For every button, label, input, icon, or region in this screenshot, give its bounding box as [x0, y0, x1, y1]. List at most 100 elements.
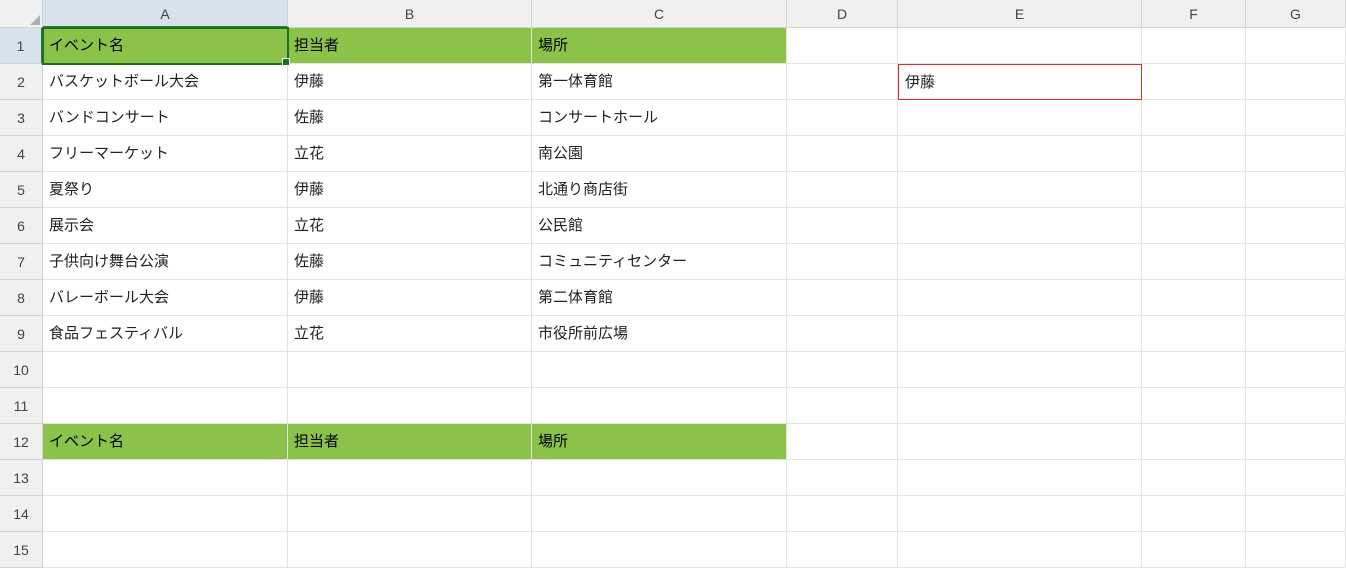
cell-D2[interactable]: [787, 64, 898, 100]
cell-G9[interactable]: [1246, 316, 1346, 352]
cell-B6[interactable]: 立花: [288, 208, 532, 244]
cell-F11[interactable]: [1142, 388, 1246, 424]
column-header-F[interactable]: F: [1142, 0, 1246, 28]
cell-C13[interactable]: [532, 460, 787, 496]
cell-G1[interactable]: [1246, 28, 1346, 64]
cell-E10[interactable]: [898, 352, 1142, 388]
cell-B14[interactable]: [288, 496, 532, 532]
cell-E5[interactable]: [898, 172, 1142, 208]
cell-F8[interactable]: [1142, 280, 1246, 316]
row-header-5[interactable]: 5: [0, 172, 43, 208]
cell-D15[interactable]: [787, 532, 898, 568]
cell-B15[interactable]: [288, 532, 532, 568]
cell-F14[interactable]: [1142, 496, 1246, 532]
cell-D5[interactable]: [787, 172, 898, 208]
cell-C3[interactable]: コンサートホール: [532, 100, 787, 136]
cell-A9[interactable]: 食品フェスティバル: [43, 316, 288, 352]
column-header-C[interactable]: C: [532, 0, 787, 28]
cell-A1[interactable]: イベント名: [43, 28, 288, 64]
cell-B1[interactable]: 担当者: [288, 28, 532, 64]
cell-B11[interactable]: [288, 388, 532, 424]
cell-A14[interactable]: [43, 496, 288, 532]
cell-F1[interactable]: [1142, 28, 1246, 64]
column-header-E[interactable]: E: [898, 0, 1142, 28]
cell-F9[interactable]: [1142, 316, 1246, 352]
cell-D7[interactable]: [787, 244, 898, 280]
cell-D12[interactable]: [787, 424, 898, 460]
cell-D3[interactable]: [787, 100, 898, 136]
cell-C15[interactable]: [532, 532, 787, 568]
cell-F15[interactable]: [1142, 532, 1246, 568]
cell-D13[interactable]: [787, 460, 898, 496]
spreadsheet-grid[interactable]: ABCDEFG1イベント名担当者場所2バスケットボール大会伊藤第一体育館伊藤3バ…: [0, 0, 1346, 568]
cell-F6[interactable]: [1142, 208, 1246, 244]
cell-C8[interactable]: 第二体育館: [532, 280, 787, 316]
cell-A6[interactable]: 展示会: [43, 208, 288, 244]
cell-A7[interactable]: 子供向け舞台公演: [43, 244, 288, 280]
cell-A5[interactable]: 夏祭り: [43, 172, 288, 208]
cell-B8[interactable]: 伊藤: [288, 280, 532, 316]
cell-E11[interactable]: [898, 388, 1142, 424]
cell-E6[interactable]: [898, 208, 1142, 244]
cell-G6[interactable]: [1246, 208, 1346, 244]
row-header-12[interactable]: 12: [0, 424, 43, 460]
row-header-3[interactable]: 3: [0, 100, 43, 136]
cell-F7[interactable]: [1142, 244, 1246, 280]
cell-F2[interactable]: [1142, 64, 1246, 100]
cell-B2[interactable]: 伊藤: [288, 64, 532, 100]
cell-E15[interactable]: [898, 532, 1142, 568]
cell-F12[interactable]: [1142, 424, 1246, 460]
cell-G12[interactable]: [1246, 424, 1346, 460]
row-header-10[interactable]: 10: [0, 352, 43, 388]
cell-G13[interactable]: [1246, 460, 1346, 496]
row-header-4[interactable]: 4: [0, 136, 43, 172]
cell-A15[interactable]: [43, 532, 288, 568]
cell-D1[interactable]: [787, 28, 898, 64]
cell-B12[interactable]: 担当者: [288, 424, 532, 460]
cell-D11[interactable]: [787, 388, 898, 424]
cell-C4[interactable]: 南公園: [532, 136, 787, 172]
cell-A10[interactable]: [43, 352, 288, 388]
cell-F3[interactable]: [1142, 100, 1246, 136]
column-header-D[interactable]: D: [787, 0, 898, 28]
cell-G4[interactable]: [1246, 136, 1346, 172]
cell-F10[interactable]: [1142, 352, 1246, 388]
column-header-B[interactable]: B: [288, 0, 532, 28]
cell-D4[interactable]: [787, 136, 898, 172]
cell-C1[interactable]: 場所: [532, 28, 787, 64]
cell-A2[interactable]: バスケットボール大会: [43, 64, 288, 100]
cell-G7[interactable]: [1246, 244, 1346, 280]
cell-A13[interactable]: [43, 460, 288, 496]
cell-E1[interactable]: [898, 28, 1142, 64]
cell-F13[interactable]: [1142, 460, 1246, 496]
row-header-8[interactable]: 8: [0, 280, 43, 316]
column-header-A[interactable]: A: [43, 0, 288, 28]
select-all-corner[interactable]: [0, 0, 43, 28]
cell-E13[interactable]: [898, 460, 1142, 496]
row-header-13[interactable]: 13: [0, 460, 43, 496]
row-header-14[interactable]: 14: [0, 496, 43, 532]
cell-A3[interactable]: バンドコンサート: [43, 100, 288, 136]
cell-D6[interactable]: [787, 208, 898, 244]
cell-C12[interactable]: 場所: [532, 424, 787, 460]
row-header-11[interactable]: 11: [0, 388, 43, 424]
cell-A8[interactable]: バレーボール大会: [43, 280, 288, 316]
cell-C5[interactable]: 北通り商店街: [532, 172, 787, 208]
cell-E2[interactable]: 伊藤: [898, 64, 1142, 100]
cell-B5[interactable]: 伊藤: [288, 172, 532, 208]
column-header-G[interactable]: G: [1246, 0, 1346, 28]
cell-G3[interactable]: [1246, 100, 1346, 136]
cell-A4[interactable]: フリーマーケット: [43, 136, 288, 172]
cell-C6[interactable]: 公民館: [532, 208, 787, 244]
cell-E12[interactable]: [898, 424, 1142, 460]
cell-C7[interactable]: コミュニティセンター: [532, 244, 787, 280]
cell-E3[interactable]: [898, 100, 1142, 136]
cell-B4[interactable]: 立花: [288, 136, 532, 172]
cell-G15[interactable]: [1246, 532, 1346, 568]
cell-D9[interactable]: [787, 316, 898, 352]
cell-F4[interactable]: [1142, 136, 1246, 172]
row-header-9[interactable]: 9: [0, 316, 43, 352]
cell-D14[interactable]: [787, 496, 898, 532]
row-header-2[interactable]: 2: [0, 64, 43, 100]
cell-D8[interactable]: [787, 280, 898, 316]
